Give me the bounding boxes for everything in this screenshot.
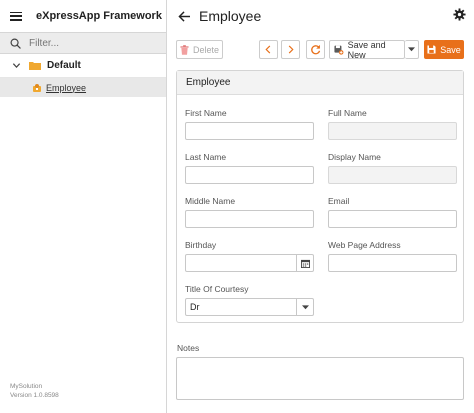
full-name-field — [328, 122, 457, 140]
chevron-right-icon — [288, 45, 294, 54]
app-title: eXpressApp Framework — [36, 10, 162, 22]
chevron-down-icon[interactable] — [12, 61, 21, 70]
email-input[interactable] — [328, 210, 457, 228]
save-and-new-button[interactable]: Save and New — [329, 39, 405, 60]
save-button[interactable]: Save — [424, 40, 464, 59]
first-name-input[interactable] — [185, 122, 314, 140]
hamburger-icon[interactable] — [10, 11, 22, 21]
delete-label: Delete — [192, 44, 219, 55]
filter-input[interactable] — [29, 37, 149, 49]
save-and-new-label: Save and New — [347, 39, 386, 60]
calendar-icon — [300, 259, 310, 268]
notes-textarea[interactable] — [176, 357, 464, 400]
email-label: Email — [328, 196, 350, 206]
page-title: Employee — [199, 8, 262, 24]
trash-icon — [180, 44, 189, 55]
version-text: Version 1.0.8598 — [10, 392, 59, 399]
nav-group-default[interactable]: Default — [0, 54, 166, 78]
chevron-left-icon — [265, 45, 271, 54]
nav-group-label: Default — [47, 60, 81, 71]
previous-record-button[interactable] — [259, 40, 278, 59]
search-icon — [10, 38, 21, 49]
version-info: MySolution Version 1.0.8598 — [10, 382, 59, 400]
arrow-left-icon[interactable] — [178, 10, 191, 22]
section-title: Employee — [177, 71, 463, 95]
delete-button[interactable]: Delete — [176, 40, 223, 59]
calendar-button[interactable] — [296, 255, 313, 271]
navigation-sidebar: eXpressApp Framework Default Employee My… — [0, 0, 167, 413]
middle-name-label: Middle Name — [185, 196, 236, 206]
employee-icon — [33, 83, 41, 92]
refresh-icon — [311, 44, 321, 55]
save-icon — [427, 45, 436, 54]
detail-view: Employee Delete Save and New Save Employ… — [168, 0, 474, 413]
refresh-button[interactable] — [306, 40, 325, 59]
title-of-courtesy-value: Dr — [190, 302, 200, 312]
last-name-label: Last Name — [185, 152, 227, 162]
notes-label: Notes — [177, 343, 200, 353]
display-name-label: Display Name — [328, 152, 381, 162]
title-of-courtesy-select[interactable]: Dr — [185, 298, 314, 316]
title-of-courtesy-label: Title Of Courtesy — [185, 284, 249, 294]
caret-down-icon — [301, 304, 309, 309]
save-options-dropdown[interactable] — [405, 40, 419, 59]
birthday-date-picker[interactable] — [185, 254, 314, 272]
full-name-label: Full Name — [328, 108, 367, 118]
web-page-label: Web Page Address — [328, 240, 401, 250]
sidebar-header: eXpressApp Framework — [0, 0, 166, 32]
folder-icon — [29, 62, 41, 70]
action-toolbar: Delete Save and New Save — [168, 39, 474, 60]
middle-name-input[interactable] — [185, 210, 314, 228]
page-header: Employee — [168, 0, 474, 32]
filter-bar — [0, 32, 166, 54]
gear-icon[interactable] — [453, 8, 466, 21]
save-label: Save — [440, 44, 461, 55]
first-name-label: First Name — [185, 108, 227, 118]
birthday-label: Birthday — [185, 240, 217, 250]
next-record-button[interactable] — [281, 40, 300, 59]
caret-down-icon — [408, 47, 415, 52]
employee-form-section: Employee First Name Full Name Last Name … — [176, 70, 464, 323]
display-name-field — [328, 166, 457, 184]
title-of-courtesy-dropdown-button[interactable] — [296, 299, 313, 315]
nav-item-employee[interactable]: Employee — [0, 78, 166, 97]
save-new-icon — [334, 45, 344, 55]
solution-name: MySolution — [10, 383, 43, 390]
nav-item-label: Employee — [46, 82, 87, 93]
web-page-input[interactable] — [328, 254, 457, 272]
last-name-input[interactable] — [185, 166, 314, 184]
